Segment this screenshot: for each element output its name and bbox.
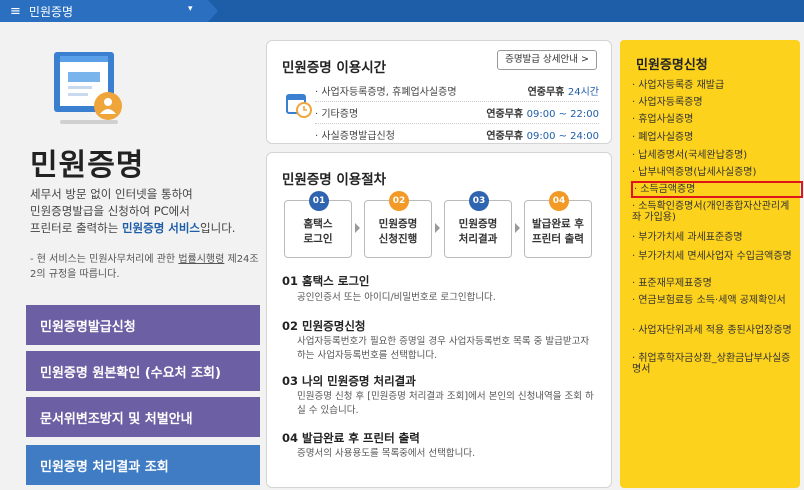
desc-highlight: 민원증명 서비스 bbox=[121, 221, 201, 235]
section-text: 민원증명 신청 후 [민원증명 처리결과 조회]에서 본인의 신청내역을 조회 … bbox=[297, 391, 594, 416]
procedure-panel: 민원증명 이용절차 01 홈택스 로그인 02 민원증명 신청진행 03 민원증… bbox=[266, 152, 612, 488]
section-heading: 02 민원증명신청 bbox=[282, 319, 366, 333]
certificate-link[interactable]: 부가가치세 과세표준증명 bbox=[632, 232, 796, 243]
desc-text: 입니다. bbox=[200, 221, 236, 235]
arrow-right-icon bbox=[355, 223, 360, 233]
certificate-link[interactable]: 부가가치세 면세사업자 수입금액증명 bbox=[632, 251, 796, 262]
section-text: 공인인증서 또는 아이디/비밀번호로 로그인합니다. bbox=[297, 292, 496, 303]
hours-label: 연중무휴 bbox=[486, 109, 527, 120]
certificate-link[interactable]: 표준재무제표증명 bbox=[632, 278, 796, 289]
hours-row: · 기타증명 연중무휴 09:00 ~ 22:00 bbox=[315, 103, 599, 121]
step-print: 04 발급완료 후 프린터 출력 bbox=[524, 191, 592, 258]
hours-label: 연중무휴 bbox=[486, 131, 527, 142]
desc-line: 프린터로 출력하는 민원증명 서비스입니다. bbox=[30, 220, 260, 237]
hamburger-icon: ≡ bbox=[10, 3, 21, 19]
certificate-link[interactable]: 소득확인증명서(개인종합자산관리계좌 가입용) bbox=[632, 201, 796, 223]
step-login: 01 홈택스 로그인 bbox=[284, 191, 352, 258]
processing-result-button[interactable]: 민원증명 처리결과 조회 bbox=[26, 445, 260, 485]
hours-title: 민원증명 이용시간 bbox=[282, 60, 387, 76]
menu-tip bbox=[208, 0, 218, 22]
step-label: 발급완료 후 프린터 출력 bbox=[532, 218, 584, 245]
service-description: 세무서 방문 없이 인터넷을 통하여 민원증명발급을 신청하여 PC에서 프린터… bbox=[30, 186, 260, 237]
calendar-clock-icon bbox=[286, 94, 312, 118]
forgery-prevention-button[interactable]: 문서위변조방지 및 처벌안내 bbox=[26, 397, 260, 437]
menu-label: 민원증명 bbox=[28, 4, 74, 19]
desc-line: 세무서 방문 없이 인터넷을 통하여 bbox=[30, 187, 193, 201]
hours-time: 09:00 ~ 24:00 bbox=[526, 131, 599, 142]
certificate-link[interactable]: 납세증명서(국세완납증명) bbox=[632, 150, 796, 161]
divider bbox=[315, 123, 599, 124]
hours-time: 24시간 bbox=[567, 87, 599, 98]
detail-guide-button[interactable]: 증명발급 상세안내 > bbox=[497, 50, 597, 70]
certificate-link[interactable]: 사업자등록증 재발급 bbox=[632, 80, 796, 91]
hours-row: · 사실증명발급신청 연중무휴 09:00 ~ 24:00 bbox=[315, 125, 599, 143]
step-apply: 02 민원증명 신청진행 bbox=[364, 191, 432, 258]
hours-row: · 사업자등록증명, 휴폐업사실증명 연중무휴 24시간 bbox=[315, 81, 599, 99]
hours-time: 09:00 ~ 22:00 bbox=[526, 109, 599, 120]
hours-value: 연중무휴 09:00 ~ 24:00 bbox=[486, 127, 599, 142]
desc-text: 프린터로 출력하는 bbox=[30, 221, 122, 235]
section-heading: 03 나의 민원증명 처리결과 bbox=[282, 374, 416, 388]
certificate-link[interactable]: 휴업사실증명 bbox=[632, 114, 796, 125]
step-label: 민원증명 신청진행 bbox=[378, 218, 418, 245]
certificate-link[interactable]: 연금보험료등 소득·세액 공제확인서 bbox=[632, 295, 796, 306]
hours-value: 연중무휴 09:00 ~ 22:00 bbox=[486, 105, 599, 120]
arrow-right-icon bbox=[435, 223, 440, 233]
hours-item: · 사실증명발급신청 bbox=[315, 131, 395, 142]
section-heading: 01 홈택스 로그인 bbox=[282, 274, 370, 288]
certificate-link[interactable]: 사업자등록증명 bbox=[632, 97, 796, 108]
arrow-right-icon bbox=[515, 223, 520, 233]
menu-dropdown[interactable]: ≡ 민원증명 ▾ bbox=[0, 0, 208, 22]
hours-item: · 사업자등록증명, 휴폐업사실증명 bbox=[315, 87, 457, 98]
note-text: - 현 서비스는 민원사무처리에 관한 bbox=[30, 254, 179, 265]
step-label: 홈택스 로그인 bbox=[303, 218, 333, 245]
service-hours-panel: 민원증명 이용시간 증명발급 상세안내 > · 사업자등록증명, 휴폐업사실증명… bbox=[266, 40, 612, 144]
certificate-link[interactable]: 폐업사실증명 bbox=[632, 132, 796, 143]
hours-item: · 기타증명 bbox=[315, 109, 359, 120]
step-label: 민원증명 처리결과 bbox=[458, 218, 498, 245]
certificate-list-title: 민원증명신청 bbox=[636, 58, 708, 73]
apply-certificate-button[interactable]: 민원증명발급신청 bbox=[26, 305, 260, 345]
chevron-down-icon: ▾ bbox=[188, 4, 193, 14]
step-number: 04 bbox=[549, 191, 569, 211]
desc-line: 민원증명발급을 신청하여 PC에서 bbox=[30, 204, 190, 218]
hours-value: 연중무휴 24시간 bbox=[528, 83, 599, 98]
step-result: 03 민원증명 처리결과 bbox=[444, 191, 512, 258]
certificate-document-icon bbox=[54, 52, 122, 124]
section-text: 증명서의 사용용도를 목록중에서 선택합니다. bbox=[297, 448, 476, 459]
step-number: 02 bbox=[389, 191, 409, 211]
certificate-link[interactable]: 사업자단위과세 적용 종된사업장증명 bbox=[632, 325, 796, 336]
section-text: 사업자등록번호가 필요한 증명일 경우 사업자등록번호 목록 중 발급받고자 하… bbox=[297, 336, 590, 361]
verify-original-button[interactable]: 민원증명 원본확인 (수요처 조회) bbox=[26, 351, 260, 391]
step-number: 03 bbox=[469, 191, 489, 211]
legal-note: - 현 서비스는 민원사무처리에 관한 법률시행령 제24조2의 규정을 따릅니… bbox=[30, 252, 260, 282]
step-number: 01 bbox=[309, 191, 329, 211]
divider bbox=[315, 101, 599, 102]
certificate-link-selected[interactable]: 소득금액증명 bbox=[631, 181, 803, 198]
procedure-title: 민원증명 이용절차 bbox=[282, 172, 387, 188]
section-heading: 04 발급완료 후 프린터 출력 bbox=[282, 431, 420, 445]
law-link[interactable]: 법률시행령 bbox=[178, 254, 224, 265]
certificate-list-panel: 민원증명신청 사업자등록증 재발급 사업자등록증명 휴업사실증명 폐업사실증명 … bbox=[620, 40, 803, 488]
hours-label: 연중무휴 bbox=[527, 87, 568, 98]
certificate-link[interactable]: 취업후학자금상환_상환금납부사실증명서 bbox=[632, 353, 796, 375]
certificate-link[interactable]: 납부내역증명(납세사실증명) bbox=[632, 167, 796, 178]
page-title: 민원증명 bbox=[30, 148, 145, 183]
